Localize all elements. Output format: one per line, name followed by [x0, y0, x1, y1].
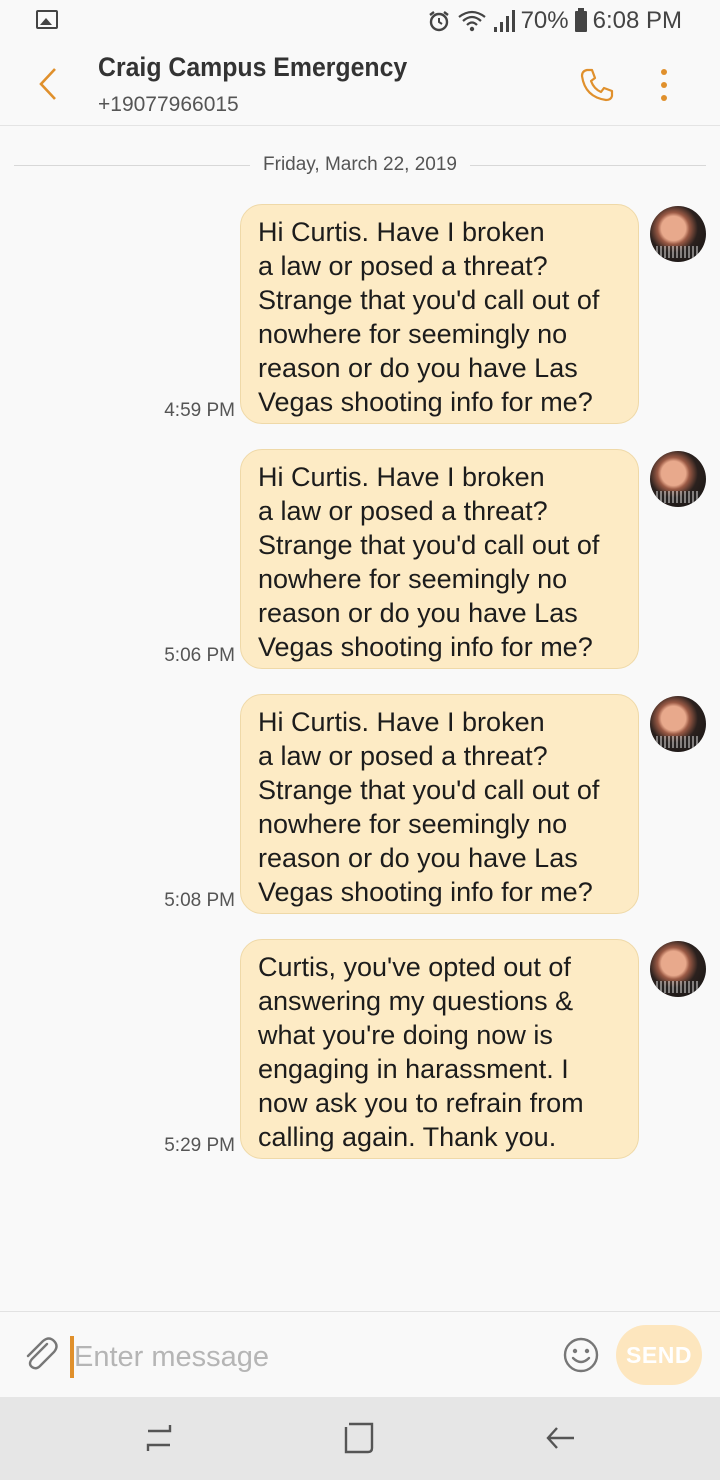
message-line: reason or do you have Las — [258, 598, 578, 628]
message-input[interactable] — [74, 1334, 544, 1380]
avatar[interactable] — [650, 206, 706, 262]
home-button[interactable] — [334, 1415, 384, 1461]
message-line: a law or posed a threat? — [258, 741, 548, 771]
avatar[interactable] — [650, 696, 706, 752]
message-line: reason or do you have Las — [258, 843, 578, 873]
back-arrow-icon — [39, 68, 56, 100]
message-line: Vegas shooting info for me? — [258, 387, 593, 417]
message-line: engaging in harassment. I — [258, 1054, 569, 1084]
paperclip-icon — [26, 1337, 58, 1370]
message-bubble[interactable]: Hi Curtis. Have I broken a law or posed … — [240, 694, 639, 914]
message-line: Vegas shooting info for me? — [258, 877, 593, 907]
emoji-icon — [563, 1337, 599, 1373]
message-line: Vegas shooting info for me? — [258, 632, 593, 662]
message-time: 5:29 PM — [164, 1135, 235, 1156]
message-line: reason or do you have Las — [258, 353, 578, 383]
message-line: calling again. Thank you. — [258, 1122, 557, 1152]
message-bubble[interactable]: Hi Curtis. Have I broken a law or posed … — [240, 449, 639, 669]
message-time: 5:08 PM — [164, 890, 235, 911]
conversation-header: Craig Campus Emergency +19077966015 — [0, 42, 720, 126]
message-line: Strange that you'd call out of — [258, 775, 600, 805]
message-line: answering my questions & — [258, 986, 574, 1016]
message-line: Curtis, you've opted out of — [258, 952, 571, 982]
signal-icon — [493, 10, 515, 32]
contact-number: +19077966015 — [98, 93, 239, 116]
battery-icon — [574, 7, 587, 32]
message-time: 5:06 PM — [164, 645, 235, 666]
home-icon — [344, 1422, 374, 1454]
status-bar: 70% 6:08 PM — [0, 0, 720, 42]
alarm-icon — [428, 11, 449, 32]
message-line: nowhere for seemingly no — [258, 319, 568, 349]
message-item[interactable]: Hi Curtis. Have I broken a law or posed … — [0, 694, 720, 916]
message-bubble[interactable]: Hi Curtis. Have I broken a law or posed … — [240, 204, 639, 424]
message-line: a law or posed a threat? — [258, 251, 548, 281]
message-item[interactable]: Hi Curtis. Have I broken a law or posed … — [0, 449, 720, 671]
more-vert-icon — [661, 69, 667, 75]
recent-apps-icon — [146, 1425, 172, 1451]
wifi-icon — [457, 10, 486, 32]
back-button[interactable] — [26, 60, 70, 108]
phone-icon — [580, 68, 614, 102]
message-composer: SEND — [0, 1311, 720, 1397]
message-line: now ask you to refrain from — [258, 1088, 584, 1118]
call-button[interactable] — [574, 62, 620, 108]
navigation-bar — [0, 1397, 720, 1480]
battery-percent: 70% — [520, 7, 569, 34]
message-item[interactable]: Hi Curtis. Have I broken a law or posed … — [0, 204, 720, 426]
message-line: Hi Curtis. Have I broken — [258, 707, 545, 737]
message-bubble[interactable]: Curtis, you've opted out of answering my… — [240, 939, 639, 1159]
status-icons: 70% 6:08 PM — [427, 6, 682, 36]
message-item[interactable]: Curtis, you've opted out of answering my… — [0, 939, 720, 1161]
message-line: nowhere for seemingly no — [258, 809, 568, 839]
message-line: nowhere for seemingly no — [258, 564, 568, 594]
message-time: 4:59 PM — [164, 400, 235, 421]
attach-button[interactable] — [18, 1332, 62, 1376]
message-line: a law or posed a threat? — [258, 496, 548, 526]
message-line: Hi Curtis. Have I broken — [258, 217, 545, 247]
emoji-button[interactable] — [560, 1334, 602, 1376]
contact-name[interactable]: Craig Campus Emergency — [98, 52, 407, 83]
clock: 6:08 PM — [592, 7, 682, 34]
date-divider: Friday, March 22, 2019 — [14, 152, 706, 180]
avatar[interactable] — [650, 941, 706, 997]
gallery-icon — [36, 10, 58, 29]
message-line: what you're doing now is — [258, 1020, 553, 1050]
send-button[interactable]: SEND — [616, 1325, 702, 1385]
avatar[interactable] — [650, 451, 706, 507]
message-line: Hi Curtis. Have I broken — [258, 462, 545, 492]
message-line: Strange that you'd call out of — [258, 285, 600, 315]
back-icon — [546, 1427, 574, 1449]
recent-apps-button[interactable] — [134, 1415, 184, 1461]
more-options-button[interactable] — [646, 62, 682, 108]
back-nav-button[interactable] — [536, 1415, 586, 1461]
message-line: Strange that you'd call out of — [258, 530, 600, 560]
